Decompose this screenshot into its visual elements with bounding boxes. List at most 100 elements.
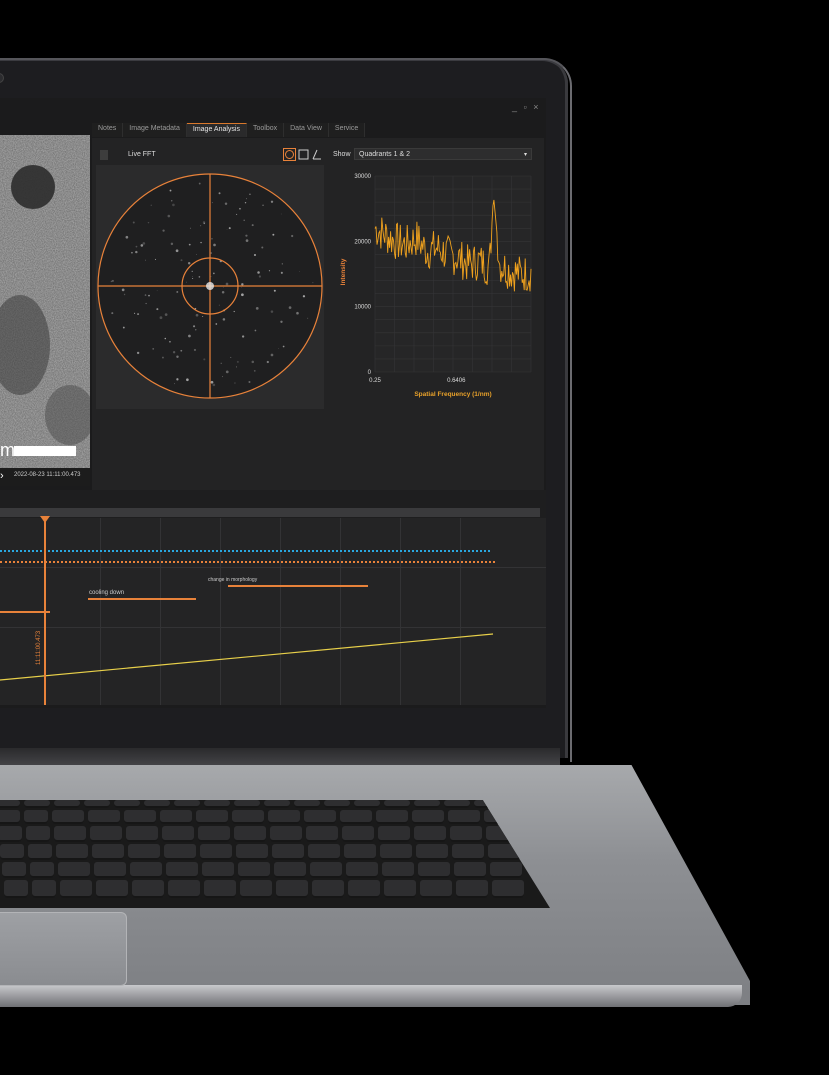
minimize-icon[interactable]: _	[512, 102, 517, 112]
keyboard-key[interactable]	[124, 810, 156, 824]
keyboard-key[interactable]	[384, 880, 416, 898]
time-cursor[interactable]	[44, 518, 46, 705]
keyboard-key[interactable]	[340, 810, 372, 824]
circle-roi-icon[interactable]	[283, 148, 296, 161]
keyboard-key[interactable]	[30, 862, 54, 878]
keyboard-key[interactable]	[448, 810, 480, 824]
keyboard-key[interactable]	[378, 826, 410, 842]
keyboard-key[interactable]	[344, 844, 376, 860]
tab-image-metadata[interactable]: Image Metadata	[123, 123, 187, 137]
keyboard-key[interactable]	[88, 810, 120, 824]
keyboard-key[interactable]	[324, 800, 350, 808]
keyboard-key[interactable]	[60, 880, 92, 898]
keyboard-key[interactable]	[306, 826, 338, 842]
keyboard-key[interactable]	[52, 810, 84, 824]
keyboard-key[interactable]	[354, 800, 380, 808]
tab-notes[interactable]: Notes	[92, 123, 124, 137]
keyboard-key[interactable]	[380, 844, 412, 860]
show-dropdown[interactable]: Quadrants 1 & 2 ▾	[354, 148, 532, 160]
keyboard-key[interactable]	[420, 880, 452, 898]
keyboard-key[interactable]	[26, 826, 50, 842]
keyboard-key[interactable]	[274, 862, 306, 878]
keyboard-key[interactable]	[308, 844, 340, 860]
keyboard-key[interactable]	[32, 880, 56, 898]
keyboard-key[interactable]	[272, 844, 304, 860]
time-cursor-handle[interactable]	[40, 516, 50, 523]
event-bar[interactable]	[0, 611, 50, 613]
keyboard-key[interactable]	[56, 844, 88, 860]
fft-toggle[interactable]	[100, 150, 108, 160]
keyboard-key[interactable]	[84, 800, 110, 808]
keyboard-key[interactable]	[310, 862, 342, 878]
keyboard-key[interactable]	[276, 880, 308, 898]
tab-toolbox[interactable]: Toolbox	[246, 123, 285, 137]
keyboard-key[interactable]	[416, 844, 448, 860]
keyboard-key[interactable]	[168, 880, 200, 898]
keyboard-key[interactable]	[418, 862, 450, 878]
close-icon[interactable]: ×	[533, 102, 538, 112]
keyboard-key[interactable]	[456, 880, 488, 898]
keyboard-key[interactable]	[0, 810, 20, 824]
keyboard-key[interactable]	[384, 800, 410, 808]
timeline-scrollbar[interactable]	[0, 508, 540, 517]
keyboard-key[interactable]	[452, 844, 484, 860]
keyboard-key[interactable]	[24, 810, 48, 824]
keyboard-key[interactable]	[54, 826, 86, 842]
keyboard-key[interactable]	[164, 844, 196, 860]
keyboard-key[interactable]	[444, 800, 470, 808]
keyboard-key[interactable]	[200, 844, 232, 860]
keyboard-key[interactable]	[196, 810, 228, 824]
keyboard-key[interactable]	[414, 826, 446, 842]
keyboard-key[interactable]	[2, 862, 26, 878]
keyboard-key[interactable]	[128, 844, 160, 860]
keyboard-key[interactable]	[268, 810, 300, 824]
keyboard-key[interactable]	[238, 862, 270, 878]
event-morphology-bar[interactable]	[228, 585, 368, 587]
chevron-right-icon[interactable]: ›	[0, 470, 4, 482]
keyboard-key[interactable]	[0, 844, 24, 860]
tab-data-view[interactable]: Data View	[284, 123, 329, 137]
keyboard-key[interactable]	[58, 862, 90, 878]
keyboard-key[interactable]	[346, 862, 378, 878]
keyboard-key[interactable]	[130, 862, 162, 878]
keyboard-key[interactable]	[376, 810, 408, 824]
keyboard-key[interactable]	[264, 800, 290, 808]
wedge-roi-icon[interactable]	[312, 149, 321, 160]
keyboard-key[interactable]	[232, 810, 264, 824]
keyboard-key[interactable]	[312, 880, 344, 898]
keyboard-key[interactable]	[342, 826, 374, 842]
keyboard-key[interactable]	[160, 810, 192, 824]
keyboard-key[interactable]	[198, 826, 230, 842]
trackpad[interactable]	[0, 912, 127, 986]
event-cooling-down-bar[interactable]	[88, 598, 196, 600]
keyboard-key[interactable]	[234, 800, 260, 808]
restore-icon[interactable]: ▫	[524, 102, 527, 112]
keyboard-key[interactable]	[0, 800, 20, 808]
keyboard-key[interactable]	[24, 800, 50, 808]
tab-service[interactable]: Service	[328, 123, 366, 137]
keyboard-key[interactable]	[174, 800, 200, 808]
keyboard-key[interactable]	[166, 862, 198, 878]
keyboard-key[interactable]	[132, 880, 164, 898]
keyboard-key[interactable]	[54, 800, 80, 808]
keyboard-key[interactable]	[348, 880, 380, 898]
keyboard-key[interactable]	[144, 800, 170, 808]
keyboard-key[interactable]	[382, 862, 414, 878]
keyboard-key[interactable]	[162, 826, 194, 842]
square-roi-icon[interactable]	[298, 149, 309, 160]
keyboard-key[interactable]	[204, 800, 230, 808]
keyboard-key[interactable]	[90, 826, 122, 842]
keyboard-key[interactable]	[236, 844, 268, 860]
keyboard-key[interactable]	[490, 862, 522, 878]
keyboard-key[interactable]	[412, 810, 444, 824]
keyboard-key[interactable]	[294, 800, 320, 808]
keyboard-key[interactable]	[114, 800, 140, 808]
keyboard-key[interactable]	[270, 826, 302, 842]
keyboard-key[interactable]	[202, 862, 234, 878]
keyboard-key[interactable]	[28, 844, 52, 860]
keyboard-key[interactable]	[450, 826, 482, 842]
keyboard-key[interactable]	[240, 880, 272, 898]
keyboard-key[interactable]	[234, 826, 266, 842]
keyboard-key[interactable]	[304, 810, 336, 824]
keyboard-key[interactable]	[94, 862, 126, 878]
